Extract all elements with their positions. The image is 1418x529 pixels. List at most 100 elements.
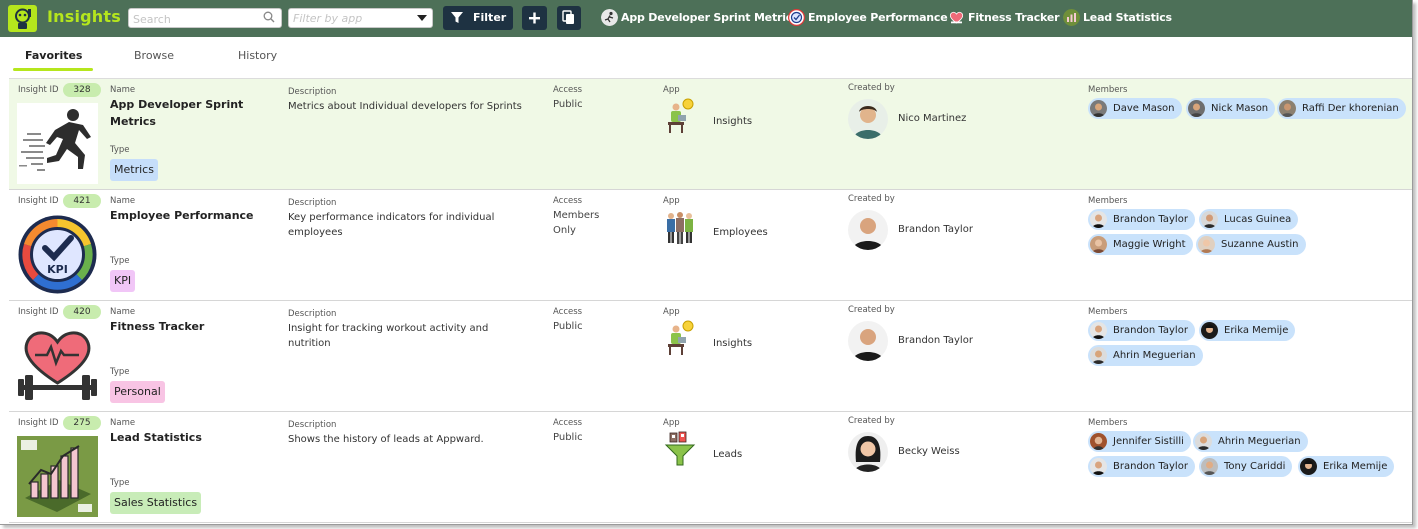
member-chip[interactable]: Ahrin Meguerian — [1088, 345, 1203, 366]
copy-button[interactable] — [557, 6, 581, 30]
member-name: Maggie Wright — [1113, 239, 1186, 250]
type-badge: Sales Statistics — [110, 492, 202, 514]
member-name: Brandon Taylor — [1113, 214, 1188, 225]
insight-id-label: Insight ID — [18, 196, 59, 206]
insight-name[interactable]: Fitness Tracker — [110, 318, 260, 335]
member-chip[interactable]: Lucas Guinea — [1199, 209, 1299, 230]
search-input[interactable] — [128, 8, 282, 28]
insight-id-label: Insight ID — [18, 418, 59, 428]
insight-id-label: Insight ID — [18, 307, 59, 317]
insight-name[interactable]: App Developer Sprint Metrics — [110, 96, 260, 130]
name-label: Name — [110, 85, 136, 95]
insights-app-icon — [668, 320, 694, 355]
fitness-heart-thumbnail — [17, 325, 98, 406]
app-label: App — [663, 85, 680, 95]
search-icon[interactable] — [263, 11, 275, 23]
funnel-icon — [451, 12, 463, 23]
lead-statistics-thumbnail — [17, 436, 98, 517]
member-chip[interactable]: Jennifer Sistilli — [1088, 431, 1191, 452]
member-name: Erika Memije — [1224, 325, 1289, 336]
creator-avatar[interactable] — [848, 321, 888, 361]
member-chip[interactable]: Erika Memije — [1199, 320, 1296, 341]
app-name[interactable]: Employees — [713, 227, 768, 238]
top-bar: Insights Filter by app Filter — [0, 0, 1412, 37]
heart-icon — [949, 11, 964, 24]
member-chip[interactable]: Nick Mason — [1186, 98, 1276, 119]
member-avatar — [1201, 211, 1218, 228]
member-chip[interactable]: Dave Mason — [1088, 98, 1182, 119]
insight-row[interactable]: Insight ID 328 Name App Developer Sprint… — [9, 79, 1412, 190]
tab-browse[interactable]: Browse — [134, 49, 174, 62]
app-name[interactable]: Insights — [713, 338, 752, 349]
member-avatar — [1090, 458, 1107, 475]
member-chip[interactable]: Brandon Taylor — [1088, 320, 1195, 341]
insight-id-badge: 275 — [63, 416, 101, 430]
member-chip[interactable]: Maggie Wright — [1088, 234, 1193, 255]
type-label: Type — [110, 367, 130, 377]
members-label: Members — [1088, 307, 1128, 317]
created-by-label: Created by — [848, 194, 895, 204]
insight-row[interactable]: Insight ID 420 Name Fitness Tracker Type… — [9, 301, 1412, 412]
creator-avatar[interactable] — [848, 210, 888, 250]
app-title: Insights — [47, 7, 121, 26]
type-badge: KPI — [110, 270, 136, 292]
member-chip[interactable]: Tony Cariddi — [1199, 456, 1293, 477]
app-label: App — [663, 307, 680, 317]
insight-row[interactable]: Insight ID 421 KPI Name Employee Perform… — [9, 190, 1412, 301]
app-logo[interactable] — [8, 5, 37, 32]
insights-app-icon — [668, 98, 694, 133]
copy-icon — [562, 10, 574, 24]
member-name: Jennifer Sistilli — [1113, 436, 1184, 447]
insight-name[interactable]: Lead Statistics — [110, 429, 260, 446]
app-name[interactable]: Leads — [713, 449, 742, 460]
add-insight-button[interactable] — [522, 6, 547, 30]
creator-avatar[interactable] — [848, 99, 888, 139]
member-avatar — [1201, 322, 1218, 339]
member-avatar — [1300, 458, 1317, 475]
insight-row[interactable]: Insight ID 275 Name Lead Statistics Type… — [9, 412, 1412, 523]
member-name: Suzanne Austin — [1221, 239, 1299, 250]
access-value: Public — [553, 99, 583, 110]
filter-by-app-select[interactable]: Filter by app — [288, 8, 433, 28]
member-name: Lucas Guinea — [1224, 214, 1292, 225]
chevron-down-icon — [417, 15, 427, 21]
tab-favorites[interactable]: Favorites — [25, 49, 82, 62]
member-name: Erika Memije — [1323, 461, 1388, 472]
member-chip[interactable]: Suzanne Austin — [1196, 234, 1306, 255]
member-name: Dave Mason — [1113, 103, 1175, 114]
insight-name[interactable]: Employee Performance — [110, 207, 260, 224]
member-name: Ahrin Meguerian — [1218, 436, 1301, 447]
name-label: Name — [110, 307, 136, 317]
member-avatar — [1198, 236, 1215, 253]
members-label: Members — [1088, 196, 1128, 206]
type-badge: Metrics — [110, 159, 158, 181]
member-chip[interactable]: Erika Memije — [1298, 456, 1395, 477]
member-chip[interactable]: Brandon Taylor — [1088, 209, 1195, 230]
tab-history[interactable]: History — [238, 49, 277, 62]
active-tab-indicator — [13, 68, 93, 71]
filter-select-placeholder: Filter by app — [293, 12, 363, 25]
description-label: Description — [288, 87, 337, 97]
creator-name: Brandon Taylor — [898, 335, 973, 346]
type-label: Type — [110, 256, 130, 266]
kpi-icon — [788, 9, 805, 26]
created-by-label: Created by — [848, 416, 895, 426]
member-chip[interactable]: Brandon Taylor — [1088, 456, 1195, 477]
insight-description: Key performance indicators for individua… — [288, 212, 495, 238]
member-avatar — [1090, 211, 1107, 228]
filter-button[interactable]: Filter — [443, 6, 513, 30]
insight-id-badge: 421 — [63, 194, 101, 208]
member-avatar — [1195, 433, 1212, 450]
members-label: Members — [1088, 85, 1128, 95]
member-avatar — [1201, 458, 1218, 475]
insight-id-label: Insight ID — [18, 85, 59, 95]
access-label: Access — [553, 85, 583, 95]
member-chip[interactable]: Raffi Der khorenian — [1277, 98, 1406, 119]
favorite-link-label: Employee Performance — [808, 11, 948, 24]
app-name[interactable]: Insights — [713, 116, 752, 127]
insight-id-badge: 328 — [63, 83, 101, 97]
creator-avatar[interactable] — [848, 432, 888, 472]
member-avatar — [1279, 100, 1296, 117]
plus-icon — [529, 12, 540, 24]
member-chip[interactable]: Ahrin Meguerian — [1193, 431, 1308, 452]
